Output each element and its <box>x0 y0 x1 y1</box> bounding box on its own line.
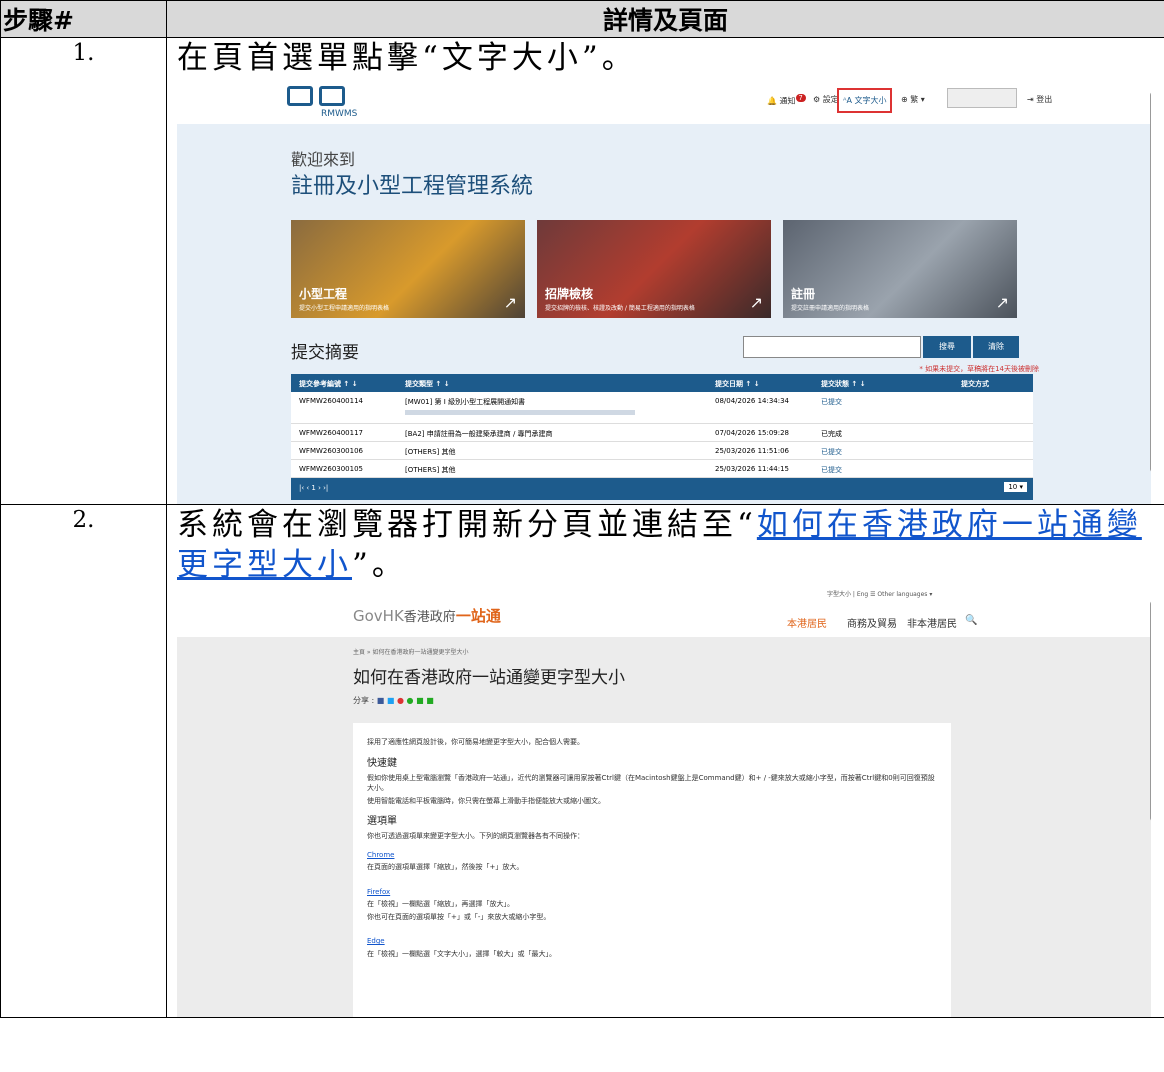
screenshot-rmwms-home: RMWMS 🔔 通知 7 ⚙ 設定 ᴬA 文字大小 ⊕ 繁 ▾ ⇥ 登出 歡迎來到… <box>177 78 1151 504</box>
table-header: 提交參考編號 ↑ ↓ 提交類型 ↑ ↓ 提交日期 ↑ ↓ 提交狀態 ↑ ↓ 提交… <box>291 374 1033 392</box>
facebook-icon[interactable]: ■ <box>377 696 385 705</box>
twitter-icon[interactable]: ■ <box>387 696 395 705</box>
card-signboard[interactable]: 招牌檢核 提交招牌的檢核、核證及改動 / 簡易工程適用的指明表格 ↗ <box>537 220 771 318</box>
step-2-number: 2. <box>0 504 167 1018</box>
screenshot-govhk: 字型大小 | Eng ☰ Other languages ▾ GovHK香港政府… <box>177 585 1151 1017</box>
table-row[interactable]: WFMW260300106 [OTHERS] 其他 25/03/2026 11:… <box>291 442 1033 460</box>
nav-nonresidents[interactable]: 非本港居民 <box>907 615 957 630</box>
scrollbar[interactable] <box>1147 585 1151 1017</box>
wechat-icon[interactable]: ■ <box>426 696 434 705</box>
govhk-top-links[interactable]: 字型大小 | Eng ☰ Other languages ▾ <box>827 589 932 598</box>
col-method: 提交方式 <box>961 380 989 388</box>
step-1-instruction: 在頁首選單點擊“文字大小”。 <box>177 40 637 76</box>
col-ref[interactable]: 提交參考編號 ↑ ↓ <box>299 379 358 389</box>
nav-business[interactable]: 商務及貿易 <box>847 615 897 630</box>
weibo-icon[interactable]: ● <box>397 696 404 705</box>
rmwms-topbar: RMWMS 🔔 通知 7 ⚙ 設定 ᴬA 文字大小 ⊕ 繁 ▾ ⇥ 登出 <box>177 78 1151 124</box>
rmwms-main: 歡迎來到 註冊及小型工程管理系統 小型工程 提交小型工程申請適用的指明表格 ↗ 招牌… <box>177 124 1151 504</box>
col-type[interactable]: 提交類型 ↑ ↓ <box>405 379 450 389</box>
user-dropdown[interactable] <box>947 88 1017 108</box>
govhk-content: 主頁 » 如何在香港政府一站通變更字型大小 如何在香港政府一站通變更字型大小 分… <box>177 637 1151 1017</box>
page-size-select[interactable]: 10 ▾ <box>1004 482 1027 492</box>
welcome-text: 歡迎來到 <box>291 150 356 169</box>
col-date[interactable]: 提交日期 ↑ ↓ <box>715 379 760 389</box>
pager-controls[interactable]: |‹ ‹ 1 › ›| <box>299 484 328 492</box>
step-2-instruction: 系統會在瀏覽器打開新分頁並連結至“如何在香港政府一站通變更字型大小”。 <box>177 507 1142 583</box>
line-icon[interactable]: ■ <box>416 696 424 705</box>
settings-link[interactable]: ⚙ 設定 <box>813 94 839 105</box>
scrollbar[interactable] <box>1147 78 1151 504</box>
article-panel: 採用了適應性網頁設計後，你可簡易地變更字型大小，配合個人需要。 快速鍵 假如你使… <box>353 723 951 1017</box>
col-status[interactable]: 提交狀態 ↑ ↓ <box>821 379 866 389</box>
whatsapp-icon[interactable]: ● <box>407 696 414 705</box>
step-1-number: 1. <box>0 37 167 505</box>
page-title: 如何在香港政府一站通變更字型大小 <box>353 668 625 688</box>
system-title: 註冊及小型工程管理系統 <box>291 174 534 199</box>
header-details: 詳情及頁面 <box>166 0 1164 38</box>
table-row[interactable]: WFMW260400117 [BA2] 申請註冊為一般建築承建商 / 專門承建商… <box>291 424 1033 442</box>
card-minor-works[interactable]: 小型工程 提交小型工程申請適用的指明表格 ↗ <box>291 220 525 318</box>
edge-link[interactable]: Edge <box>367 936 937 947</box>
language-select[interactable]: ⊕ 繁 ▾ <box>901 94 925 105</box>
draft-note: * 如果未提交，草稿將在14天後被刪除 <box>919 365 1039 373</box>
search-button[interactable]: 搜尋 <box>923 336 971 358</box>
card-registration[interactable]: 註冊 提交註冊申請適用的指明表格 ↗ <box>783 220 1017 318</box>
share-bar: 分享 : ■ ■ ● ● ■ ■ <box>353 696 434 705</box>
summary-title: 提交摘要 <box>291 343 359 363</box>
firefox-link[interactable]: Firefox <box>367 887 937 898</box>
govhk-logo[interactable]: GovHK香港政府一站通 <box>353 605 501 626</box>
rmwms-logo: RMWMS <box>287 86 357 119</box>
govhk-header: 字型大小 | Eng ☰ Other languages ▾ GovHK香港政府… <box>177 585 1151 635</box>
summary-table: 提交參考編號 ↑ ↓ 提交類型 ↑ ↓ 提交日期 ↑ ↓ 提交狀態 ↑ ↓ 提交… <box>291 374 1033 500</box>
breadcrumb[interactable]: 主頁 » 如何在香港政府一站通變更字型大小 <box>353 647 469 656</box>
table-row[interactable]: WFMW260300105 [OTHERS] 其他 25/03/2026 11:… <box>291 460 1033 478</box>
table-row[interactable]: WFMW260400114 [MW01] 第 I 級別小型工程展開通知書 08/… <box>291 392 1033 424</box>
table-pager: |‹ ‹ 1 › ›| 10 ▾ <box>291 478 1033 500</box>
summary-search-input[interactable] <box>743 336 921 358</box>
notify-link[interactable]: 🔔 通知 7 <box>767 94 806 107</box>
font-size-link[interactable]: ᴬA 文字大小 <box>837 88 893 113</box>
header-step: 步驟# <box>0 0 167 38</box>
search-icon[interactable]: 🔍 <box>965 615 977 626</box>
chrome-link[interactable]: Chrome <box>367 850 937 861</box>
clear-button[interactable]: 清除 <box>973 336 1019 358</box>
nav-residents[interactable]: 本港居民 <box>787 615 827 630</box>
logout-link[interactable]: ⇥ 登出 <box>1027 94 1052 105</box>
